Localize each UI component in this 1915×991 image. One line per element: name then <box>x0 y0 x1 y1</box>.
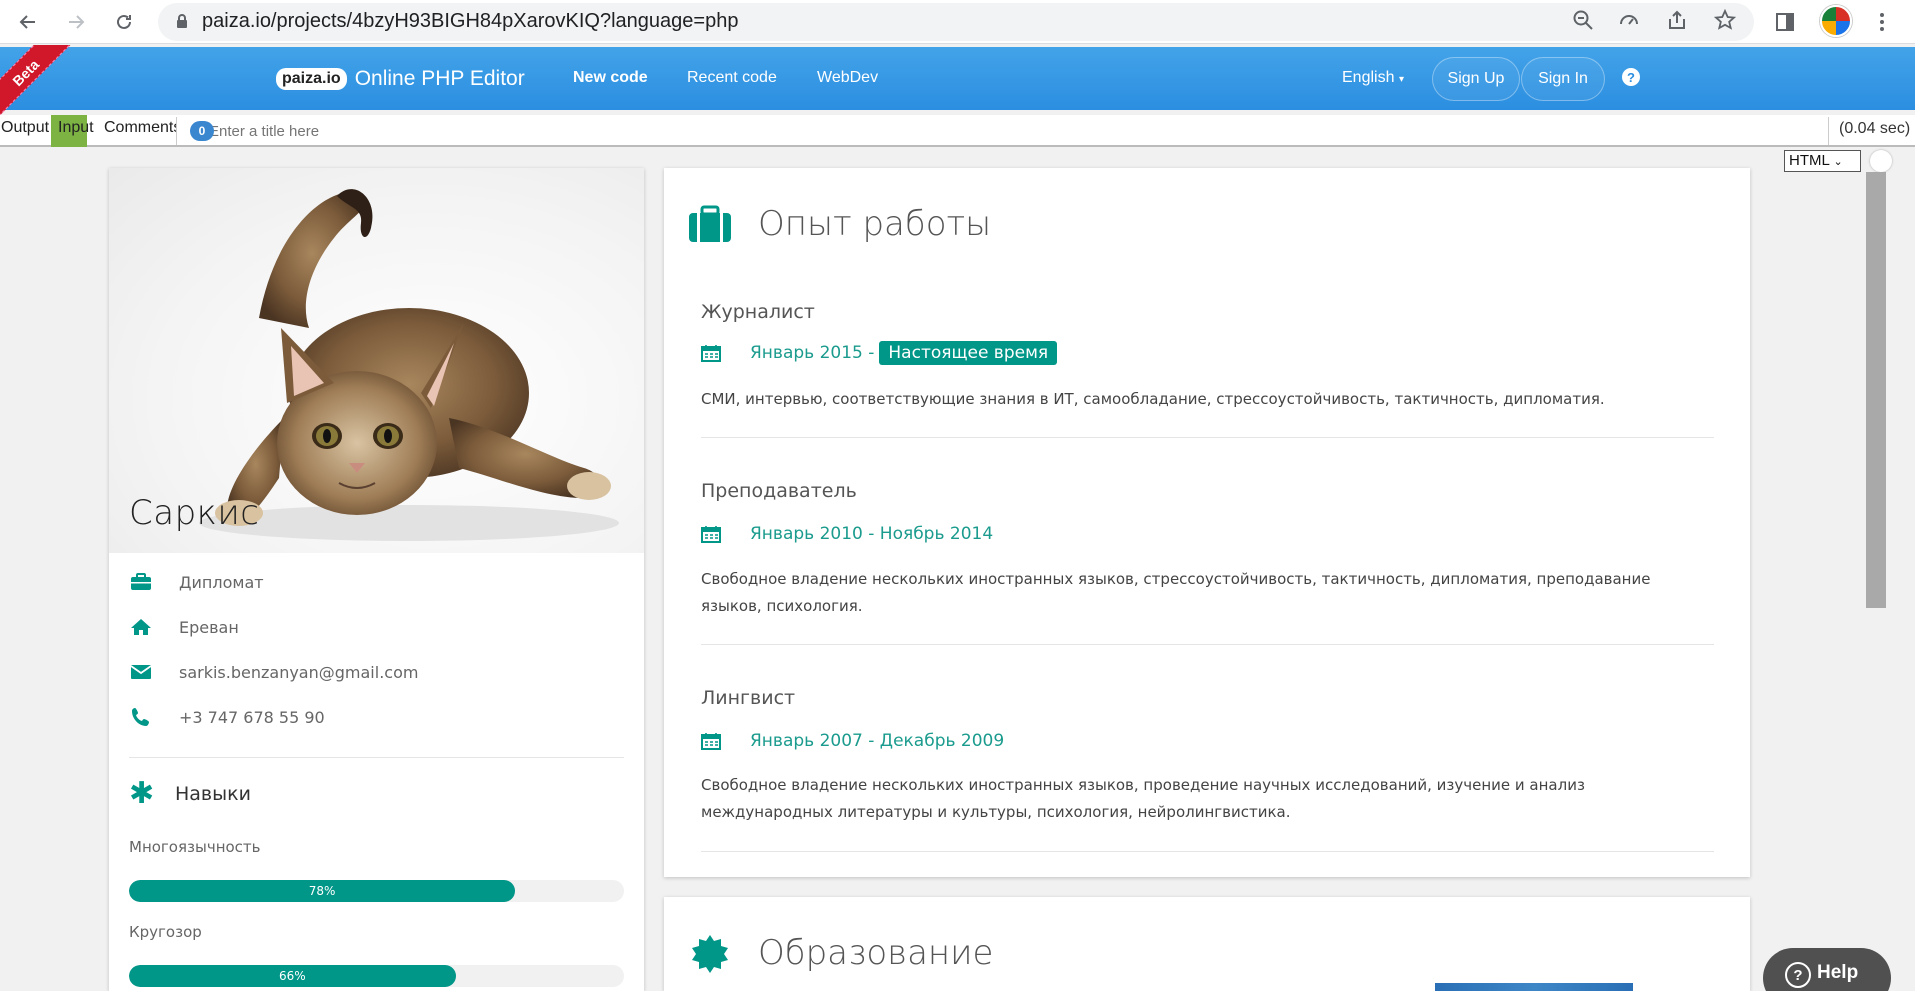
job-description: Свободное владение нескольких иностранны… <box>701 570 1651 615</box>
sign-up-button[interactable]: Sign Up <box>1432 57 1520 101</box>
question-icon: ? <box>1785 962 1811 988</box>
view-mode-value: HTML <box>1789 152 1830 169</box>
occupation-text: Дипломат <box>179 572 264 592</box>
view-mode-select[interactable]: HTML ⌄ <box>1784 150 1861 172</box>
job-title: Преподаватель <box>701 480 857 502</box>
job-divider <box>701 437 1714 438</box>
info-row-phone: +3 747 678 55 90 <box>129 705 325 729</box>
phone-icon <box>129 707 153 727</box>
project-title-input[interactable] <box>176 117 1826 145</box>
url-text: paiza.io/projects/4bzyH93BIGH84pXarovKIQ… <box>202 10 739 32</box>
certificate-icon <box>692 935 728 973</box>
job-date: Январь 2010 - Ноябрь 2014 <box>701 524 993 544</box>
job-date-text: Январь 2015 - <box>750 343 875 363</box>
language-dropdown[interactable]: English ▾ <box>1342 69 1404 87</box>
email-text[interactable]: sarkis.benzanyan@gmail.com <box>179 663 418 682</box>
site-logo[interactable]: paiza.io Online PHP Editor <box>276 67 525 91</box>
job-description: СМИ, интервью, соответствующие знания в … <box>701 390 1605 408</box>
nav-webdev[interactable]: WebDev <box>817 69 878 87</box>
share-icon[interactable] <box>1665 8 1689 32</box>
education-title: Образование <box>758 933 994 973</box>
job-divider <box>701 851 1714 852</box>
profile-avatar[interactable] <box>1820 5 1852 37</box>
briefcase-icon <box>129 572 153 592</box>
profile-card: Саркис Дипломат Ереван sarkis.benzanyan@… <box>109 168 644 991</box>
question-circle-icon[interactable]: ? <box>1622 68 1640 86</box>
reload-icon[interactable] <box>108 6 140 38</box>
skill-bar-fill: 78% <box>129 880 516 902</box>
nav-recent-code[interactable]: Recent code <box>687 69 777 87</box>
skills-heading: ✱ Навыки <box>129 776 251 811</box>
skill-bar-fill: 66% <box>129 965 456 987</box>
envelope-icon <box>129 662 153 682</box>
scroll-knob[interactable] <box>1870 150 1892 172</box>
profile-name: Саркис <box>129 493 260 533</box>
zoom-icon[interactable] <box>1571 8 1595 32</box>
current-job-tag: Настоящее время <box>879 341 1058 365</box>
caret-down-icon: ▾ <box>1398 74 1404 85</box>
sign-in-button[interactable]: Sign In <box>1521 57 1605 101</box>
performance-icon[interactable] <box>1617 8 1641 32</box>
home-icon <box>129 617 153 637</box>
job-date: Январь 2007 - Декабрь 2009 <box>701 731 1004 751</box>
job-date: Январь 2015 - Настоящее время <box>701 341 1058 365</box>
skill-bar: 66% <box>129 965 624 987</box>
suitcase-icon <box>689 205 731 242</box>
help-button[interactable]: ? Help <box>1763 948 1891 991</box>
language-label: English <box>1342 69 1395 86</box>
job-title: Журналист <box>701 301 815 323</box>
job-date-text: Январь 2007 - Декабрь 2009 <box>750 731 1005 751</box>
info-row-email: sarkis.benzanyan@gmail.com <box>129 660 418 684</box>
side-panel-icon[interactable] <box>1769 6 1801 38</box>
back-arrow-icon[interactable] <box>12 6 44 38</box>
city-text: Ереван <box>179 617 239 637</box>
education-image <box>1435 983 1633 991</box>
output-scrollbar-thumb[interactable] <box>1866 172 1886 608</box>
calendar-icon <box>701 345 721 362</box>
job-description: Свободное владение нескольких иностранны… <box>701 776 1585 821</box>
lock-icon <box>177 14 187 28</box>
experience-card: Опыт работы Журналист Январь 2015 - Наст… <box>664 168 1750 877</box>
browser-toolbar: paiza.io/projects/4bzyH93BIGH84pXarovKIQ… <box>0 0 1915 44</box>
select-chevron-icon: ⌄ <box>1833 156 1843 168</box>
education-card: Образование <box>664 897 1750 991</box>
calendar-icon <box>701 733 721 750</box>
help-label: Help <box>1817 962 1859 983</box>
skill-label: Многоязычность <box>129 838 261 856</box>
address-bar[interactable]: paiza.io/projects/4bzyH93BIGH84pXarovKIQ… <box>158 3 1754 41</box>
forward-arrow-icon[interactable] <box>60 6 92 38</box>
site-title: Online PHP Editor <box>354 67 525 90</box>
tab-output[interactable]: Output <box>1 119 49 137</box>
skill-label: Кругозор <box>129 923 202 941</box>
tab-input[interactable]: Input <box>58 119 94 137</box>
profile-divider <box>129 757 624 758</box>
skills-title: Навыки <box>175 783 251 805</box>
comments-count-badge: 0 <box>190 121 214 141</box>
asterisk-icon: ✱ <box>129 776 155 811</box>
experience-title: Опыт работы <box>758 204 992 244</box>
kebab-menu-icon[interactable] <box>1866 6 1898 38</box>
logo-badge: paiza.io <box>276 68 347 90</box>
skill-bar: 78% <box>129 880 624 902</box>
nav-new-code[interactable]: New code <box>573 69 648 87</box>
bookmark-star-icon[interactable] <box>1713 8 1737 32</box>
calendar-icon <box>701 526 721 543</box>
phone-text: +3 747 678 55 90 <box>179 707 325 727</box>
execution-time: (0.04 sec) <box>1828 117 1915 145</box>
tab-comments[interactable]: Comments <box>104 119 181 137</box>
info-row-occupation: Дипломат <box>129 570 264 594</box>
job-date-text: Январь 2010 - Ноябрь 2014 <box>750 524 994 544</box>
info-row-city: Ереван <box>129 615 239 639</box>
job-divider <box>701 644 1714 645</box>
job-title: Лингвист <box>701 687 796 709</box>
